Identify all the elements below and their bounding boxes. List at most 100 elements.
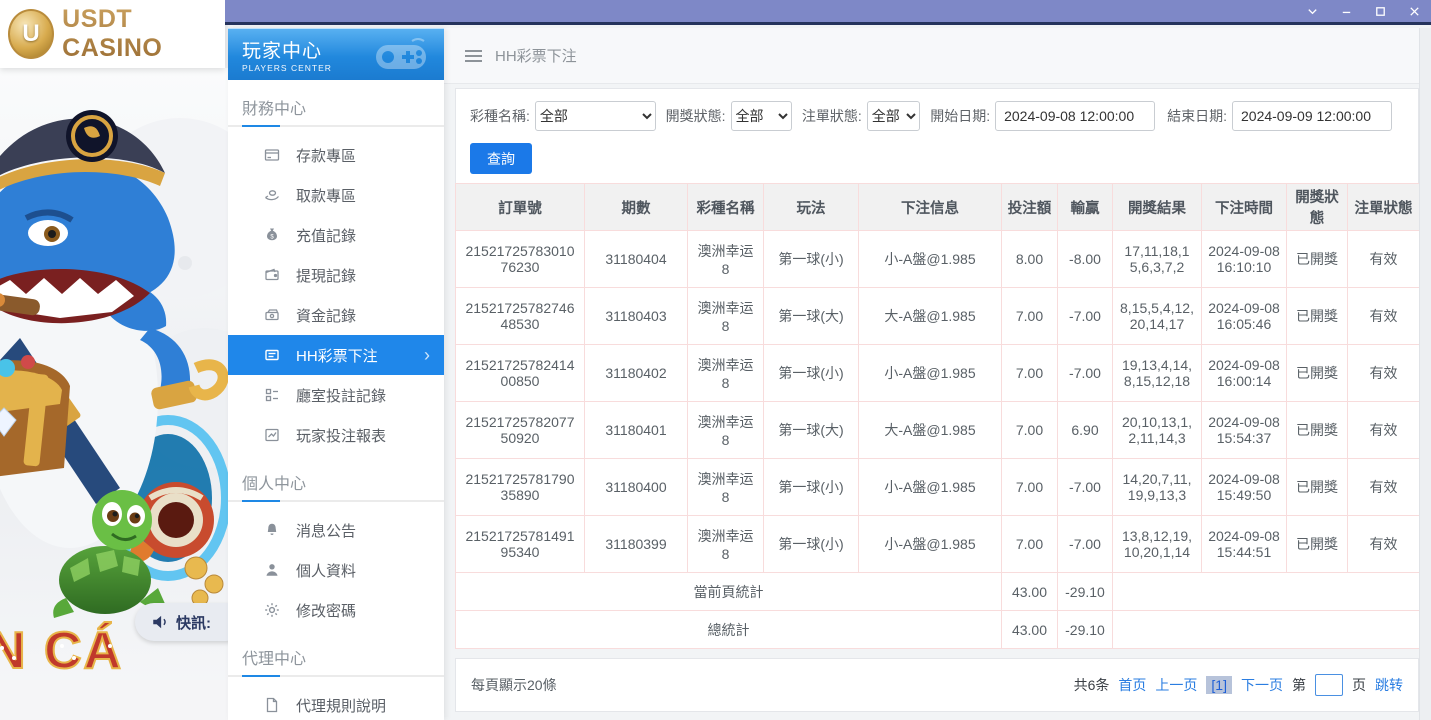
prev-page-link[interactable]: 上一页 (1155, 675, 1197, 695)
sidebar-item[interactable]: 玩家投注報表 (228, 415, 444, 455)
table-cell: 2152172578241400850 (456, 345, 585, 402)
section-label: 代理中心 (242, 645, 444, 669)
section-underline (228, 675, 444, 677)
brand-logo: U USDT CASINO (0, 0, 225, 68)
sidebar-item[interactable]: $充值記錄 (228, 215, 444, 255)
table-cell: 7.00 (1002, 516, 1058, 573)
jump-action-link[interactable]: 跳转 (1375, 675, 1403, 695)
draw-status-label: 開獎狀態: (666, 106, 726, 126)
start-date-label: 開始日期: (930, 106, 990, 126)
table-cell: 大-A盤@1.985 (859, 402, 1002, 459)
table-cell: 2152172578207750920 (456, 402, 585, 459)
table-row: 215217257824140085031180402澳洲幸运8第一球(小)小-… (456, 345, 1420, 402)
table-cell: 31180403 (585, 288, 688, 345)
table-cell: 澳洲幸运8 (688, 402, 764, 459)
table-cell: 31180399 (585, 516, 688, 573)
next-page-link[interactable]: 下一页 (1241, 675, 1283, 695)
draw-status-select[interactable]: 全部 (731, 101, 792, 131)
summary-label: 當前頁統計 (456, 573, 1002, 611)
jump-prefix: 第 (1292, 675, 1306, 695)
table-cell: 2152172578301076230 (456, 231, 585, 288)
summary-bet-total: 43.00 (1002, 573, 1058, 611)
order-status-select[interactable]: 全部 (867, 101, 920, 131)
summary-winloss-total: -29.10 (1058, 573, 1113, 611)
sidebar-item[interactable]: 存款專區 (228, 135, 444, 175)
lottery-label: 彩種名稱: (470, 106, 530, 126)
sidebar-item[interactable]: 提現記錄 (228, 255, 444, 295)
search-button[interactable]: 查詢 (470, 143, 532, 174)
bell-icon (264, 522, 280, 538)
column-header: 彩種名稱 (688, 184, 764, 231)
column-header: 開獎狀態 (1287, 184, 1348, 231)
table-cell: -7.00 (1058, 288, 1113, 345)
table-cell: 有效 (1348, 402, 1420, 459)
end-date-input[interactable] (1232, 101, 1392, 131)
sidebar-item[interactable]: 個人資料 (228, 550, 444, 590)
table-cell: 澳洲幸运8 (688, 516, 764, 573)
bets-table: 訂單號期數彩種名稱玩法下注信息投注額輸贏開獎結果下注時間開獎狀態注單狀態 215… (455, 183, 1420, 649)
sidebar-item-label: 消息公告 (296, 520, 356, 541)
document-icon (264, 697, 280, 713)
page-title: HH彩票下注 (495, 45, 577, 66)
sidebar-item-label: 代理規則說明 (296, 695, 386, 716)
lottery-select[interactable]: 全部 (535, 101, 656, 131)
table-cell: 第一球(小) (764, 459, 859, 516)
sidebar-item-label: 取款專區 (296, 185, 356, 206)
sidebar-item[interactable]: 取款專區 (228, 175, 444, 215)
column-header: 開獎結果 (1113, 184, 1202, 231)
sidebar-item[interactable]: HH彩票下注› (228, 335, 444, 375)
table-cell: 31180400 (585, 459, 688, 516)
table-cell: 澳洲幸运8 (688, 231, 764, 288)
table-cell: 第一球(小) (764, 516, 859, 573)
filter-panel: 彩種名稱: 全部 開獎狀態: 全部 注單狀態: 全部 開始日期: 結束日期: 查… (455, 88, 1419, 184)
sidebar-item-label: 充值記錄 (296, 225, 356, 246)
close-button[interactable] (1397, 0, 1431, 22)
table-cell: 第一球(大) (764, 288, 859, 345)
table-cell: 有效 (1348, 459, 1420, 516)
sidebar-item[interactable]: 廳室投註記錄 (228, 375, 444, 415)
table-cell: 小-A盤@1.985 (859, 459, 1002, 516)
first-page-link[interactable]: 首页 (1118, 675, 1146, 695)
column-header: 輸贏 (1058, 184, 1113, 231)
sidebar-item[interactable]: 消息公告 (228, 510, 444, 550)
page-header: HH彩票下注 (444, 28, 1431, 84)
table-cell: 2024-09-08 15:54:37 (1202, 402, 1287, 459)
start-date-input[interactable] (995, 101, 1155, 131)
minimize-button[interactable] (1329, 0, 1363, 22)
ticker-label: 快訊: (176, 612, 211, 633)
hamburger-icon[interactable] (465, 49, 482, 63)
table-cell: 小-A盤@1.985 (859, 231, 1002, 288)
chevron-down-icon[interactable] (1295, 0, 1329, 22)
main-content: HH彩票下注 彩種名稱: 全部 開獎狀態: 全部 注單狀態: 全部 開始日期: … (444, 28, 1431, 720)
table-cell: 2024-09-08 16:10:10 (1202, 231, 1287, 288)
table-cell: 小-A盤@1.985 (859, 345, 1002, 402)
order-status-label: 注單狀態: (802, 106, 862, 126)
table-cell: 第一球(小) (764, 231, 859, 288)
total-count: 共6条 (1074, 675, 1110, 695)
summary-row: 總統計43.00-29.10 (456, 611, 1420, 649)
table-cell: 17,11,18,15,6,3,7,2 (1113, 231, 1202, 288)
sidebar-item[interactable]: 代理規則說明 (228, 685, 444, 720)
bank-card-icon (264, 147, 280, 163)
table-cell: -7.00 (1058, 516, 1113, 573)
logo-ball-icon: U (8, 9, 54, 59)
table-row: 215217257817903589031180400澳洲幸运8第一球(小)小-… (456, 459, 1420, 516)
sidebar-item[interactable]: 資金記錄 (228, 295, 444, 335)
sidebar-item[interactable]: 修改密碼 (228, 590, 444, 630)
scrollbar-track[interactable] (1419, 28, 1431, 720)
column-header: 注單狀態 (1348, 184, 1420, 231)
sidebar-item-label: HH彩票下注 (296, 345, 378, 366)
table-cell: 2024-09-08 15:44:51 (1202, 516, 1287, 573)
summary-empty (1113, 573, 1420, 611)
section-underline (228, 125, 444, 127)
page-jump-input[interactable] (1315, 674, 1343, 696)
pagination-bar: 每頁顯示20條 共6条 首页 上一页 [1] 下一页 第 页 跳转 (455, 658, 1419, 712)
table-cell: 2152172578274648530 (456, 288, 585, 345)
maximize-button[interactable] (1363, 0, 1397, 22)
sidebar-nav: 財務中心存款專區取款專區$充值記錄提現記錄資金記錄HH彩票下注›廳室投註記錄玩家… (228, 95, 444, 720)
table-cell: 已開獎 (1287, 231, 1348, 288)
table-cell: 31180402 (585, 345, 688, 402)
sidebar-item-label: 廳室投註記錄 (296, 385, 386, 406)
sidebar-item-label: 存款專區 (296, 145, 356, 166)
column-header: 訂單號 (456, 184, 585, 231)
